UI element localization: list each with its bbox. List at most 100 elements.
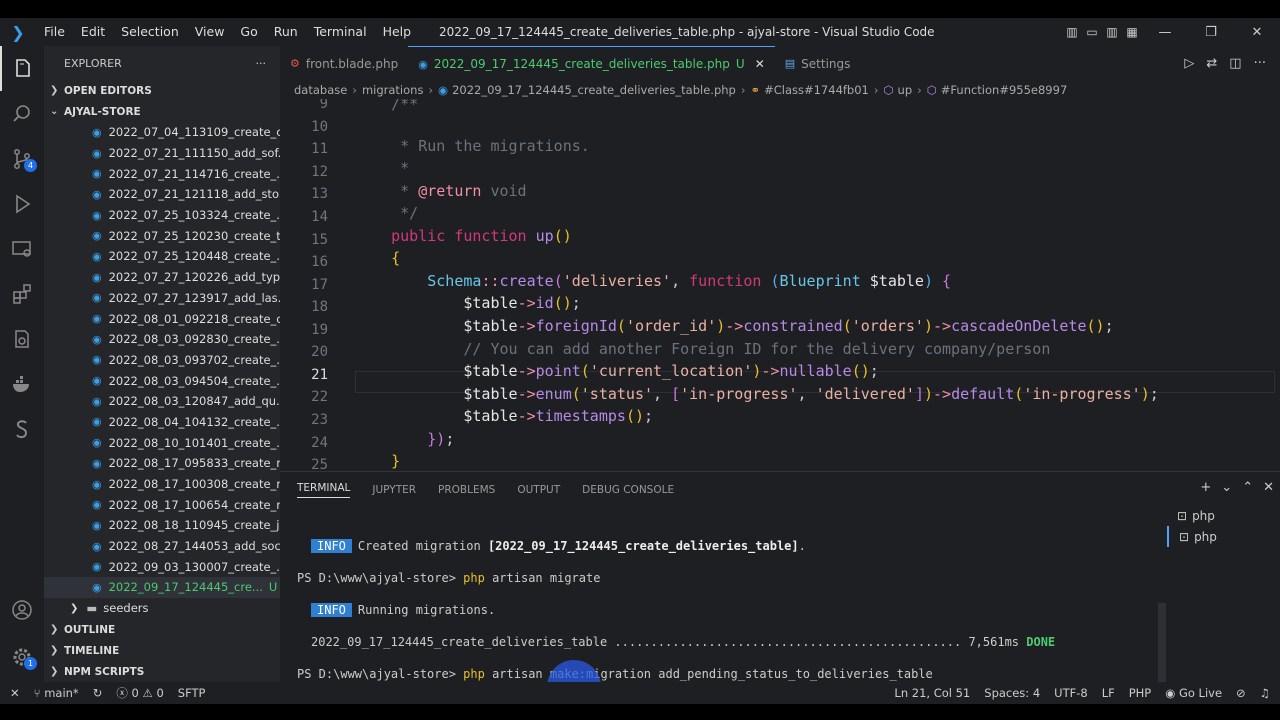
account-sync-icon[interactable]: ⊘	[1236, 686, 1246, 700]
chevron-down-icon[interactable]: ⌄	[1221, 480, 1232, 495]
file-item[interactable]: ◉ 2022_08_17_100654_create_r...	[44, 494, 280, 515]
menu-run[interactable]: Run	[266, 18, 306, 46]
customize-layout-icon[interactable]: ▦	[1122, 25, 1142, 39]
open-editors-section[interactable]: ❯ OPEN EDITORS	[44, 80, 280, 101]
language-mode[interactable]: PHP	[1129, 686, 1152, 700]
file-item[interactable]: ◉ 2022_08_03_092830_create_...	[44, 329, 280, 350]
breadcrumb-item[interactable]: up	[898, 83, 913, 97]
extensions-icon[interactable]	[0, 271, 44, 316]
file-item[interactable]: ◉ 2022_07_21_114716_create_...	[44, 163, 280, 184]
file-item[interactable]: ◉ 2022_07_21_111150_add_sof...	[44, 143, 280, 164]
timeline-section[interactable]: ❯ TIMELINE	[44, 640, 280, 661]
more-actions-icon[interactable]: ···	[1254, 46, 1266, 81]
file-item-selected[interactable]: ◉ 2022_09_17_124445_cre... U	[44, 577, 280, 598]
file-item[interactable]: ◉ 2022_07_27_120226_add_typ...	[44, 267, 280, 288]
file-item[interactable]: ◉ 2022_08_01_092218_create_c...	[44, 308, 280, 329]
docker-icon[interactable]	[0, 361, 44, 406]
run-code-icon[interactable]: ▷	[1184, 46, 1194, 81]
end-of-line[interactable]: LF	[1102, 686, 1115, 700]
notifications-icon[interactable]: ♫	[1260, 686, 1270, 700]
file-item[interactable]: ◉ 2022_07_27_123917_add_las...	[44, 288, 280, 309]
close-tab-icon[interactable]: ✕	[755, 57, 765, 71]
go-live-button[interactable]: ◉ Go Live	[1165, 686, 1222, 700]
settings-file-icon: ▤	[784, 57, 796, 70]
accounts-icon[interactable]	[0, 587, 44, 632]
folder-seeders[interactable]: ❯ ▬ seeders	[44, 598, 280, 619]
tab-jupyter[interactable]: JUPYTER	[372, 484, 416, 496]
file-item[interactable]: ◉ 2022_07_21_121118_add_sto...	[44, 184, 280, 205]
file-item[interactable]: ◉ 2022_08_03_120847_add_qu...	[44, 391, 280, 412]
tab-problems[interactable]: PROBLEMS	[438, 484, 495, 496]
testing-icon[interactable]	[0, 316, 44, 361]
file-item[interactable]: ◉ 2022_07_25_120448_create_...	[44, 246, 280, 267]
menu-selection[interactable]: Selection	[113, 18, 187, 46]
cursor-position[interactable]: Ln 21, Col 51	[894, 686, 970, 700]
tab-migration[interactable]: ◉ 2022_09_17_124445_create_deliveries_tab…	[408, 46, 775, 81]
file-item[interactable]: ◉ 2022_07_04_113109_create_c...	[44, 122, 280, 143]
tab-terminal[interactable]: TERMINAL	[297, 482, 351, 498]
menu-go[interactable]: Go	[232, 18, 265, 46]
indentation[interactable]: Spaces: 4	[984, 686, 1040, 700]
file-item[interactable]: ◉ 2022_08_18_110945_create_j...	[44, 515, 280, 536]
breadcrumb-item[interactable]: #Function#955e8997	[941, 83, 1067, 97]
menu-file[interactable]: File	[36, 18, 73, 46]
new-terminal-icon[interactable]: +	[1200, 480, 1211, 495]
file-item[interactable]: ◉ 2022_09_03_130007_create_...	[44, 556, 280, 577]
restore-button[interactable]: ❐	[1188, 25, 1234, 40]
sftp-status[interactable]: SFTP	[178, 686, 206, 700]
terminal-instance-active[interactable]: ⊡ php	[1167, 526, 1277, 547]
problems-status[interactable]: ⓧ 0 ⚠ 0	[116, 685, 163, 701]
terminal-instance[interactable]: ⊡ php	[1167, 505, 1277, 526]
tab-debug-console[interactable]: DEBUG CONSOLE	[582, 484, 674, 496]
vscode-logo-icon: ❯	[11, 22, 25, 42]
remote-icon[interactable]: ✕	[10, 686, 20, 700]
manage-gear-icon[interactable]: 1	[0, 634, 44, 679]
file-item[interactable]: ◉ 2022_08_04_104132_create_...	[44, 412, 280, 433]
line-number: 10	[311, 118, 328, 135]
file-item[interactable]: ◉ 2022_07_25_103324_create_...	[44, 205, 280, 226]
php-file-icon: ◉	[92, 580, 102, 594]
encoding[interactable]: UTF-8	[1054, 686, 1088, 700]
sync-icon[interactable]: ↻	[93, 686, 103, 700]
code-editor[interactable]: 9 10 11 12 13 14 15 16 17 18 19 20 21 22 23 24 25 /** * …	[280, 99, 1280, 471]
project-section[interactable]: ⌄ AJYAL-STORE	[44, 101, 280, 122]
menu-edit[interactable]: Edit	[73, 18, 113, 46]
tab-front-blade[interactable]: ⚙ front.blade.php	[280, 46, 408, 81]
toggle-panel-icon[interactable]: ▭	[1082, 25, 1102, 39]
menu-terminal[interactable]: Terminal	[306, 18, 375, 46]
file-item[interactable]: ◉ 2022_08_17_100308_create_r...	[44, 474, 280, 495]
source-control-icon[interactable]: 4	[0, 136, 44, 181]
file-item[interactable]: ◉ 2022_08_27_144053_add_soc...	[44, 536, 280, 557]
toggle-sidebar-icon[interactable]: ▥	[1062, 25, 1082, 39]
run-debug-icon[interactable]	[0, 181, 44, 226]
breadcrumb-item[interactable]: 2022_09_17_124445_create_deliveries_tabl…	[452, 83, 736, 97]
more-actions-icon[interactable]: ···	[256, 57, 267, 70]
tab-settings[interactable]: ▤ Settings	[775, 46, 861, 81]
php-file-icon: ◉	[438, 83, 449, 97]
compare-icon[interactable]: ⇄	[1206, 46, 1217, 81]
file-item[interactable]: ◉ 2022_08_03_094504_create_...	[44, 370, 280, 391]
file-item[interactable]: ◉ 2022_07_25_120230_create_t...	[44, 225, 280, 246]
minimize-button[interactable]: —	[1142, 25, 1188, 40]
tab-output[interactable]: OUTPUT	[517, 484, 560, 496]
breadcrumb-item[interactable]: database	[294, 83, 347, 97]
toggle-secondary-sidebar-icon[interactable]: ▥	[1102, 25, 1122, 39]
breadcrumb-item[interactable]: #Class#1744fb01	[764, 83, 869, 97]
breadcrumb-item[interactable]: migrations	[362, 83, 424, 97]
file-item[interactable]: ◉ 2022_08_10_101401_create_...	[44, 432, 280, 453]
file-item[interactable]: ◉ 2022_08_17_095833_create_r...	[44, 453, 280, 474]
file-item[interactable]: ◉ 2022_08_03_093702_create_...	[44, 350, 280, 371]
branch-status[interactable]: ⑂ main*	[34, 686, 79, 700]
menu-help[interactable]: Help	[375, 18, 420, 46]
outline-section[interactable]: ❯ OUTLINE	[44, 619, 280, 640]
close-window-button[interactable]: ✕	[1234, 25, 1280, 40]
explorer-icon[interactable]	[0, 46, 44, 91]
menu-view[interactable]: View	[187, 18, 233, 46]
search-icon[interactable]	[0, 91, 44, 136]
npm-scripts-section[interactable]: ❯ NPM SCRIPTS	[44, 661, 280, 682]
maximize-panel-icon[interactable]: ⌃	[1242, 480, 1253, 495]
close-panel-icon[interactable]: ✕	[1263, 480, 1274, 495]
remote-explorer-icon[interactable]	[0, 226, 44, 271]
split-editor-icon[interactable]: ◫	[1229, 46, 1241, 81]
sftp-icon[interactable]	[0, 406, 44, 451]
